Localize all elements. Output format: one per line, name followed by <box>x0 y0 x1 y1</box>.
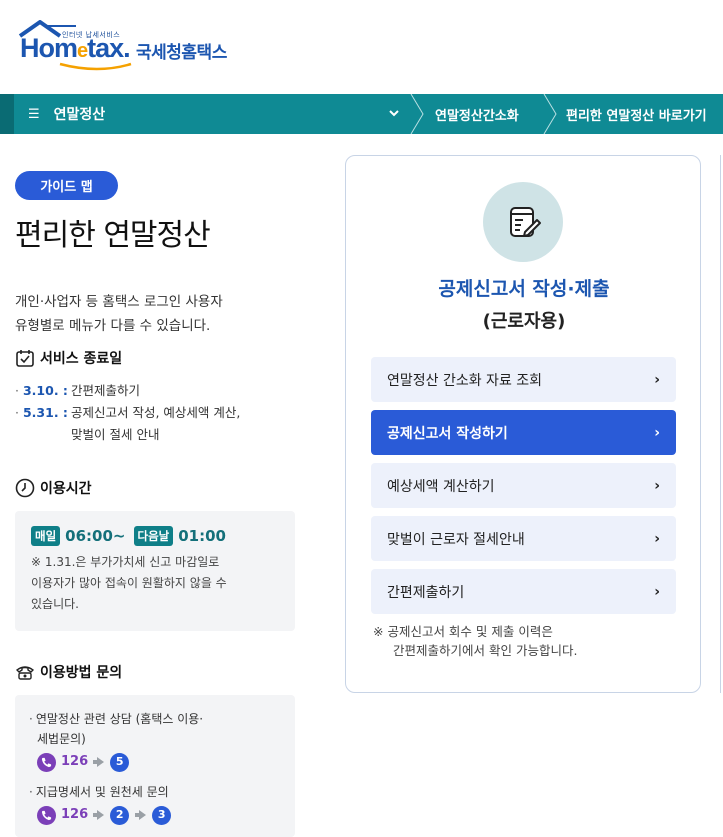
chevron-right-icon: › <box>654 477 660 494</box>
usage-time-note: ※ 1.31.은 부가가치세 신고 마감일로 이용자가 많아 접속이 원활하지 … <box>31 555 227 611</box>
usage-time-box: 매일 06:00~ 다음날 01:00 ※ 1.31.은 부가가치세 신고 마감… <box>15 511 295 631</box>
nav-separator <box>410 94 424 134</box>
list-item: · 3.10. : 간편제출하기 <box>15 383 141 398</box>
nav-bar: ☰ 연말정산 연말정산간소화 편리한 연말정산 바로가기 <box>0 94 723 134</box>
chevron-right-icon: › <box>654 530 660 547</box>
card-subtitle: (근로자용) <box>482 311 566 332</box>
deduction-form-card: 공제신고서 작성·제출 (근로자용) 연말정산 간소화 자료 조회 › 공제신고서… <box>345 155 701 693</box>
list-item: · 5.31. : 공제신고서 작성, 예상세액 계산, 맞벌이 절세 안내 <box>15 405 241 442</box>
phone-route[interactable]: 126 2 3 <box>29 805 281 825</box>
chevron-right-icon: › <box>654 371 660 388</box>
page-title: 편리한 연말정산 <box>15 218 211 253</box>
dual-income-guide-button[interactable]: 맞벌이 근로자 절세안내 › <box>371 516 676 561</box>
list-item: · 연말정산 관련 상담 (홈택스 이용· 세법문의) 126 5 <box>29 709 281 772</box>
clock-icon <box>15 478 35 498</box>
list-item: · 지급명세서 및 원천세 문의 126 2 3 <box>29 782 281 825</box>
inquiry-title: 이용방법 문의 <box>15 662 122 682</box>
site-header: 인터넷 납세서비스 Hometax. 국세청홈택스 <box>0 0 723 94</box>
chevron-right-icon: › <box>654 424 660 441</box>
chevron-down-icon[interactable] <box>388 105 400 127</box>
telephone-icon <box>15 666 35 680</box>
estimate-tax-button[interactable]: 예상세액 계산하기 › <box>371 463 676 508</box>
inquiry-box: · 연말정산 관련 상담 (홈택스 이용· 세법문의) 126 5 · 지급명세서 … <box>15 695 295 837</box>
chevron-right-icon: › <box>654 583 660 600</box>
arrow-right-icon <box>97 757 105 767</box>
arrow-right-icon <box>139 810 147 820</box>
nav-menu-button[interactable]: ☰ 연말정산 <box>28 94 105 134</box>
service-end-list: · 3.10. : 간편제출하기 · 5.31. : 공제신고서 작성, 예상세액 … <box>15 380 305 446</box>
hometax-logo[interactable]: 인터넷 납세서비스 Hometax. 국세청홈택스 <box>18 20 278 76</box>
nav-separator <box>543 94 557 134</box>
logo-wordmark: Hometax. <box>20 33 131 63</box>
logo-swoosh-icon <box>59 62 132 71</box>
hamburger-icon: ☰ <box>28 106 40 122</box>
tag-daily: 매일 <box>31 526 61 546</box>
nav-link-simplified[interactable]: 연말정산간소화 <box>435 94 519 134</box>
document-pen-icon <box>483 182 563 262</box>
step-number: 2 <box>110 805 130 825</box>
nav-menu-label: 연말정산 <box>53 107 106 123</box>
nav-accent <box>0 94 14 134</box>
phone-route[interactable]: 126 5 <box>29 752 281 772</box>
simplified-data-button[interactable]: 연말정산 간소화 자료 조회 › <box>371 357 676 402</box>
card-title: 공제신고서 작성·제출 <box>438 278 610 300</box>
card-note: ※ 공제신고서 회수 및 제출 이력은 간편제출하기에서 확인 가능합니다. <box>373 624 578 658</box>
tag-next-day: 다음날 <box>133 526 174 546</box>
guide-map-badge: 가이드 맵 <box>15 171 118 200</box>
nav-link-convenient[interactable]: 편리한 연말정산 바로가기 <box>566 94 707 134</box>
logo-korean-name: 국세청홈택스 <box>136 43 227 63</box>
calendar-icon <box>16 350 34 367</box>
write-deduction-form-button[interactable]: 공제신고서 작성하기 › <box>371 410 676 455</box>
simple-submit-button[interactable]: 간편제출하기 › <box>371 569 676 614</box>
phone-icon <box>37 752 56 772</box>
phone-icon <box>37 805 56 825</box>
step-number: 5 <box>110 752 130 772</box>
arrow-right-icon <box>97 810 105 820</box>
intro-text: 개인·사업자 등 홈택스 로그인 사용자 유형별로 메뉴가 다를 수 있습니다. <box>15 294 223 334</box>
step-number: 3 <box>152 805 172 825</box>
usage-time-title: 이용시간 <box>15 478 92 498</box>
usage-time-hours: 매일 06:00~ 다음날 01:00 <box>31 526 279 546</box>
service-end-title: 서비스 종료일 <box>15 348 122 368</box>
